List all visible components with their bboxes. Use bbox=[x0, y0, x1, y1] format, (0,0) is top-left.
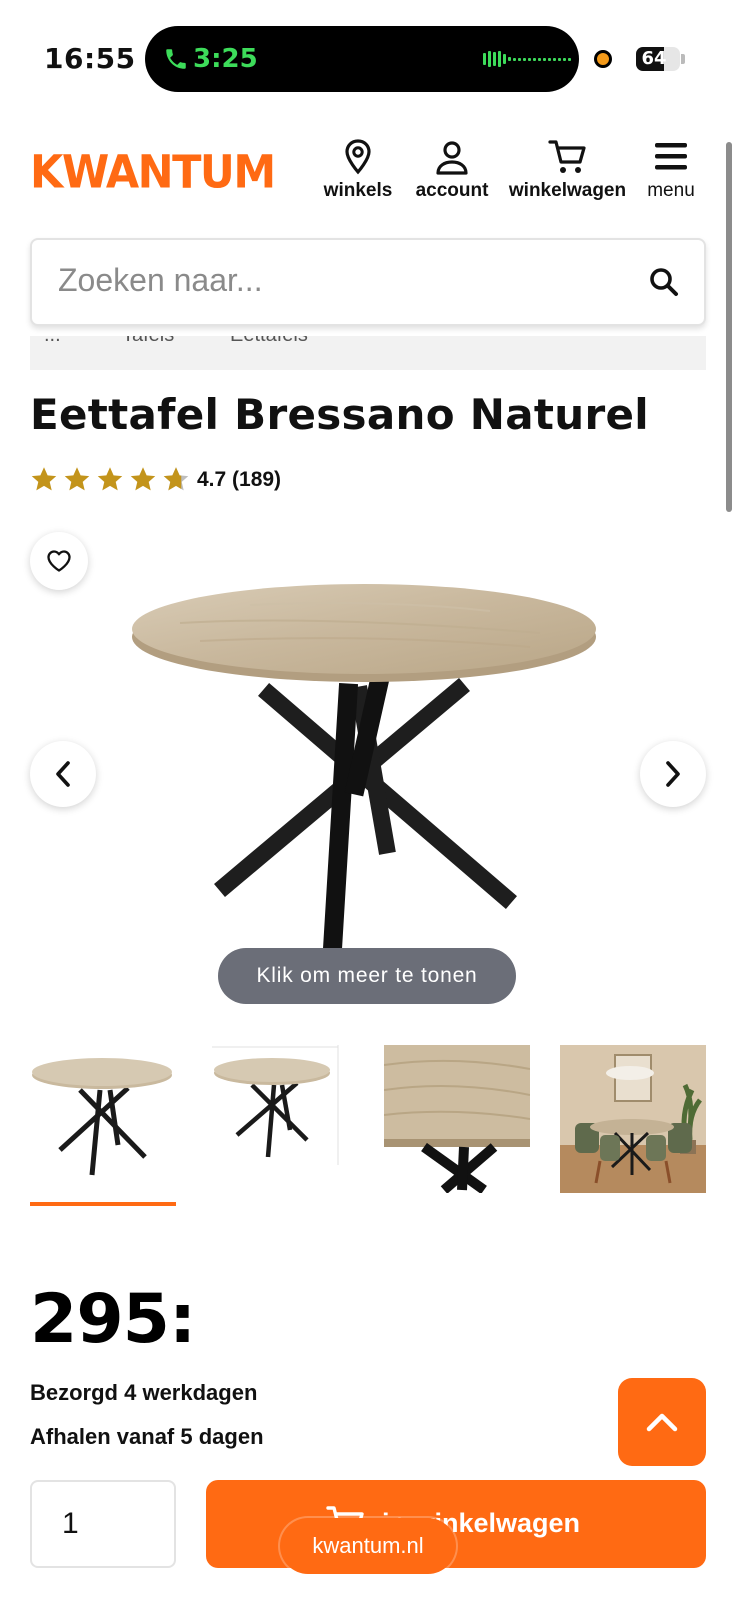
breadcrumb: ... Tafels Eettafels bbox=[30, 336, 706, 370]
site-header: KWANTUM winkels account winkelwagen menu bbox=[0, 130, 736, 220]
thumbnail-4[interactable] bbox=[560, 1045, 706, 1193]
scroll-to-top-button[interactable] bbox=[618, 1378, 706, 1466]
browser-url-pill[interactable]: kwantum.nl bbox=[280, 1518, 456, 1574]
status-bar: 16:55 3:25 64 bbox=[0, 0, 736, 110]
page-scrollbar[interactable] bbox=[726, 142, 732, 512]
product-main-image[interactable] bbox=[120, 575, 610, 965]
breadcrumb-item-home[interactable]: ... bbox=[44, 336, 61, 347]
product-price: 295: bbox=[30, 1280, 196, 1359]
thumbnail-strip bbox=[30, 1045, 706, 1205]
call-timer: 3:25 bbox=[193, 44, 258, 74]
search-bar bbox=[30, 238, 706, 326]
show-more-button[interactable]: Klik om meer te tonen bbox=[218, 948, 516, 1004]
star-icon bbox=[64, 467, 90, 491]
nav-winkelwagen[interactable]: winkelwagen bbox=[505, 138, 630, 202]
quantity-input[interactable] bbox=[30, 1480, 176, 1568]
location-pin-icon bbox=[345, 139, 371, 175]
delivery-home-text: Bezorgd 4 werkdagen bbox=[30, 1380, 258, 1405]
favorite-button[interactable] bbox=[30, 532, 88, 590]
breadcrumb-item-eettafels[interactable]: Eettafels bbox=[230, 336, 308, 347]
active-thumbnail-indicator bbox=[30, 1202, 176, 1206]
nav-menu[interactable]: menu bbox=[640, 138, 702, 202]
recording-indicator-icon bbox=[594, 50, 612, 68]
hamburger-icon bbox=[655, 143, 687, 170]
star-icon bbox=[130, 467, 156, 491]
heart-icon bbox=[47, 550, 71, 572]
rating-text: 4.7 (189) bbox=[197, 467, 282, 491]
gallery-prev-button[interactable] bbox=[30, 741, 96, 807]
nav-winkels[interactable]: winkels bbox=[320, 138, 396, 202]
product-rating[interactable]: 4.7 (189) bbox=[30, 466, 281, 493]
gallery-next-button[interactable] bbox=[640, 741, 706, 807]
status-time: 16:55 bbox=[44, 42, 136, 75]
star-icon bbox=[97, 467, 123, 491]
chevron-right-icon bbox=[666, 761, 680, 787]
thumbnail-3[interactable] bbox=[384, 1045, 530, 1193]
nav-label-winkelwagen: winkelwagen bbox=[508, 180, 627, 201]
battery-cap bbox=[681, 54, 685, 64]
star-half-icon bbox=[163, 467, 189, 491]
nav-label-winkels: winkels bbox=[323, 180, 393, 201]
thumbnail-1[interactable] bbox=[30, 1045, 176, 1193]
audio-waveform-icon bbox=[483, 51, 571, 67]
battery-level: 64 bbox=[641, 48, 667, 69]
user-icon bbox=[436, 141, 468, 175]
product-title: Eettafel Bressano Naturel bbox=[30, 390, 649, 439]
chevron-left-icon bbox=[56, 761, 70, 787]
thumbnail-2[interactable] bbox=[212, 1045, 358, 1193]
nav-label-account: account bbox=[415, 180, 489, 201]
nav-label-menu: menu bbox=[647, 180, 695, 201]
delivery-pickup-text: Afhalen vanaf 5 dagen bbox=[30, 1424, 264, 1449]
star-icon bbox=[31, 467, 57, 491]
kwantum-logo[interactable]: KWANTUM bbox=[30, 147, 276, 200]
nav-account[interactable]: account bbox=[407, 138, 497, 202]
chevron-up-icon bbox=[646, 1413, 678, 1432]
search-input[interactable] bbox=[58, 262, 618, 299]
cart-icon bbox=[547, 140, 586, 173]
dynamic-island[interactable]: 3:25 bbox=[145, 26, 579, 92]
breadcrumb-item-tafels[interactable]: Tafels bbox=[122, 336, 174, 347]
search-icon[interactable] bbox=[648, 266, 680, 298]
phone-icon bbox=[166, 49, 186, 69]
battery-icon: 64 bbox=[636, 47, 680, 71]
